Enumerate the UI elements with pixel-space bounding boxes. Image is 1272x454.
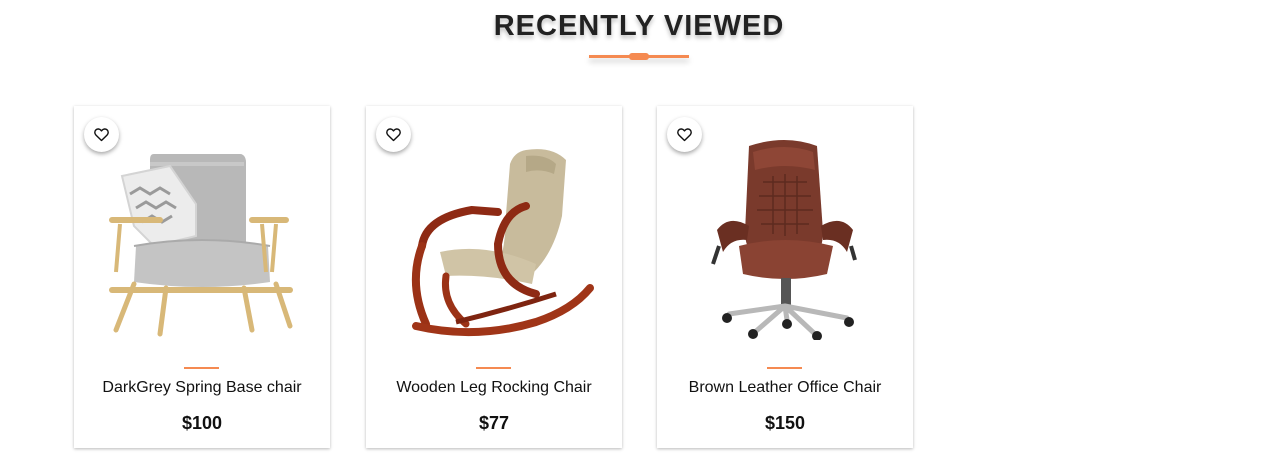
product-price: $150	[764, 413, 806, 433]
product-card[interactable]: Brown Leather Office Chair $150	[657, 106, 913, 448]
product-name[interactable]: Brown Leather Office Chair	[657, 379, 913, 397]
grey-armchair-image[interactable]	[94, 134, 310, 340]
card-accent-line	[767, 367, 802, 369]
product-card[interactable]: Wooden Leg Rocking Chair $77	[366, 106, 622, 448]
brown-office-chair-image[interactable]	[677, 134, 893, 340]
product-name[interactable]: DarkGrey Spring Base chair	[74, 379, 330, 397]
card-accent-line	[184, 367, 219, 369]
product-name[interactable]: Wooden Leg Rocking Chair	[366, 379, 622, 397]
section-title: RECENTLY VIEWED	[493, 10, 785, 42]
wooden-rocking-chair-image[interactable]	[386, 134, 602, 340]
product-price: $100	[181, 413, 223, 433]
product-price: $77	[478, 413, 510, 433]
card-accent-line	[476, 367, 511, 369]
title-underline-dot	[629, 53, 649, 60]
product-card[interactable]: DarkGrey Spring Base chair $100	[74, 106, 330, 448]
